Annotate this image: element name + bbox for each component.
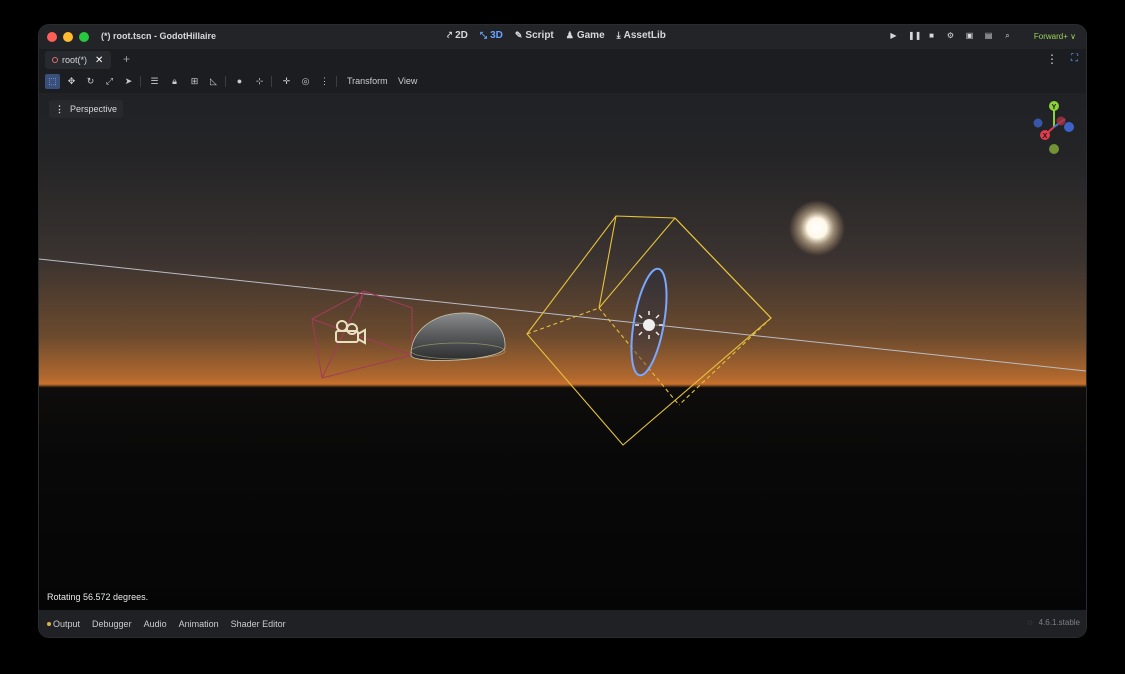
plus-icon[interactable]: ✛ [279,74,294,89]
bottom-panel-tabs: Output Debugger Audio Animation Shader E… [47,619,286,629]
3d-viewport[interactable]: Y X ⋮ Perspective Rotating 56.572 degree… [39,93,1086,610]
group-icon[interactable]: ⊞ [187,74,202,89]
pointer-icon[interactable]: ➤ [121,74,136,89]
3d-icon: ⤡ [479,30,488,40]
close-window-button[interactable] [47,32,57,42]
tab-shader-editor[interactable]: Shader Editor [231,619,286,629]
tab-menu-icon[interactable]: ⋮ [1046,52,1058,66]
sphere-icon[interactable]: ● [232,74,247,89]
scene-tab-root[interactable]: root(*) ✕ [45,51,111,69]
rotate-icon[interactable]: ↻ [83,74,98,89]
stop-icon[interactable]: ■ [927,31,936,41]
circle-icon[interactable]: ◎ [298,74,313,89]
viewport-toolbar: ⬚ ✥ ↻ ⤢ ➤ ☰ 🔒︎ ⊞ ◺ ● ⊹ ✛ ◎ ⋮ Transform V… [39,71,1086,93]
update-spinner-icon: ◌ [1027,618,1033,627]
dome-mesh[interactable] [410,312,506,361]
more-icon[interactable]: ⋮ [317,74,332,89]
tab-assetlib[interactable]: ⤓ AssetLib [617,30,666,41]
view-menu[interactable]: View [398,76,417,86]
add-scene-tab-button[interactable]: + [123,52,130,66]
toolbar-separator [336,76,337,87]
scale-icon[interactable]: ⤢ [102,74,117,89]
ruler-icon[interactable]: ◺ [206,74,221,89]
tab-script[interactable]: ✎ Script [515,30,554,41]
distraction-free-icon[interactable]: ⛶ [1071,53,1078,64]
close-icon[interactable]: ✕ [95,55,103,66]
movie-icon[interactable]: ▣ [965,31,974,41]
script-icon: ✎ [514,30,523,40]
remote-debug-icon[interactable]: ⚙ [946,31,955,41]
x-axis-line [39,258,1086,372]
perspective-label: Perspective [70,104,118,114]
2d-icon: ⤤ [447,30,453,40]
view-orientation-gizmo[interactable]: Y X [1033,101,1075,154]
scene-tab-bar: root(*) ✕ + ⋮ ⛶ [39,49,1086,71]
scene-tab-label: root(*) [62,55,88,65]
tab-animation[interactable]: Animation [179,619,219,629]
tab-debugger[interactable]: Debugger [92,619,132,629]
kebab-menu-icon: ⋮ [55,103,64,114]
gizmo-y-label: Y [1052,104,1057,111]
bottom-panel-bar: Output Debugger Audio Animation Shader E… [39,610,1086,637]
run-controls: ▶ ❚❚ ■ ⚙ ▣ ▤ ⌕ [889,31,1012,41]
tab-game[interactable]: ♟ Game [566,30,605,41]
editor-window: (*) root.tscn - GodotHillaire ⤤ 2D ⤡ 3D ✎ S… [39,25,1086,637]
toolbar-separator [225,76,226,87]
lock-icon[interactable]: 🔒︎ [167,74,182,89]
viewport-status-message: Rotating 56.572 degrees. [47,592,149,602]
search-icon[interactable]: ⌕ [1003,31,1012,41]
main-screen-tabs: ⤤ 2D ⤡ 3D ✎ Script ♟ Game ⤓ AssetLib [447,30,666,41]
pause-icon[interactable]: ❚❚ [908,31,921,41]
toolbar-separator [271,76,272,87]
perspective-button[interactable]: ⋮ Perspective [49,100,124,118]
tab-3d[interactable]: ⤡ 3D [480,30,503,41]
snap-icon[interactable]: ⊹ [252,74,267,89]
renderer-dropdown[interactable]: Forward+ ∨ [1034,32,1076,41]
minimize-window-button[interactable] [63,32,73,42]
assetlib-icon: ⤓ [616,30,621,40]
camera-node[interactable] [311,290,413,379]
gizmo-x-label: X [1043,133,1048,140]
output-status-icon [47,622,51,626]
move-icon[interactable]: ✥ [64,74,79,89]
maximize-window-button[interactable] [79,32,89,42]
title-bar: (*) root.tscn - GodotHillaire ⤤ 2D ⤡ 3D ✎ S… [39,25,1086,49]
sun [789,200,845,256]
play-icon[interactable]: ▶ [889,31,898,41]
list-icon[interactable]: ☰ [147,74,162,89]
transform-menu[interactable]: Transform [347,76,388,86]
scene-tab-unsaved-icon [52,57,58,63]
tab-output[interactable]: Output [47,619,80,629]
tab-audio[interactable]: Audio [144,619,167,629]
viewport-scene: Y X [39,101,1086,446]
tab-2d[interactable]: ⤤ 2D [447,30,468,41]
select-icon[interactable]: ⬚ [45,74,60,89]
version-label: ◌ 4.6.1.stable [1027,618,1080,627]
pin-icon[interactable]: ▤ [984,31,993,41]
window-title: (*) root.tscn - GodotHillaire [101,31,217,41]
toolbar-separator [140,76,141,87]
game-icon: ♟ [565,30,574,40]
